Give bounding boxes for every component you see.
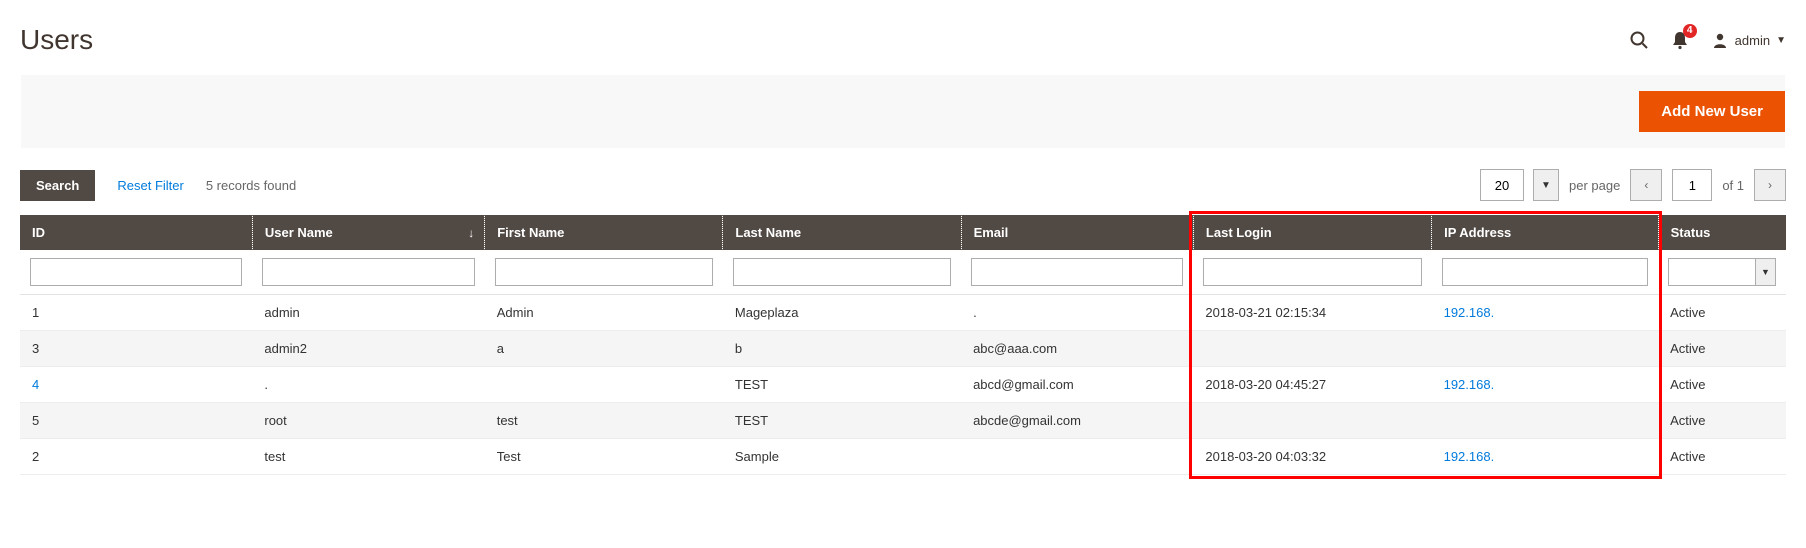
table-cell: Active bbox=[1658, 403, 1786, 439]
table-cell: root bbox=[252, 403, 484, 439]
per-page-label: per page bbox=[1569, 178, 1620, 193]
table-cell bbox=[961, 439, 1193, 475]
table-cell: 192.168. bbox=[1432, 367, 1659, 403]
notifications-icon[interactable]: 4 bbox=[1671, 30, 1689, 50]
col-ip[interactable]: IP Address bbox=[1432, 215, 1659, 250]
table-row[interactable]: 3admin2ababc@aaa.com Active bbox=[20, 331, 1786, 367]
user-menu-label: admin bbox=[1735, 33, 1770, 48]
table-cell: 5 bbox=[20, 403, 252, 439]
page-total-label: of 1 bbox=[1722, 178, 1744, 193]
table-cell: Active bbox=[1658, 295, 1786, 331]
table-cell: 3 bbox=[20, 331, 252, 367]
next-page-button[interactable]: › bbox=[1754, 169, 1786, 201]
table-cell: admin2 bbox=[252, 331, 484, 367]
table-cell: 1 bbox=[20, 295, 252, 331]
table-row[interactable]: 1adminAdminMageplaza.2018-03-21 02:15:34… bbox=[20, 295, 1786, 331]
table-cell: Active bbox=[1658, 331, 1786, 367]
table-cell bbox=[1432, 403, 1659, 439]
table-cell: 192.168. bbox=[1432, 295, 1659, 331]
add-new-user-button[interactable]: Add New User bbox=[1639, 91, 1785, 132]
table-cell bbox=[1193, 403, 1431, 439]
col-lastlogin[interactable]: Last Login bbox=[1193, 215, 1431, 250]
filter-status-select[interactable] bbox=[1668, 258, 1756, 286]
table-cell: abcde@gmail.com bbox=[961, 403, 1193, 439]
table-cell: Sample bbox=[723, 439, 961, 475]
table-row[interactable]: 5roottestTESTabcde@gmail.com Active bbox=[20, 403, 1786, 439]
table-cell: Admin bbox=[485, 295, 723, 331]
reset-filter-link[interactable]: Reset Filter bbox=[117, 178, 183, 193]
current-page-input[interactable] bbox=[1672, 169, 1712, 201]
table-cell: . bbox=[961, 295, 1193, 331]
notification-badge: 4 bbox=[1683, 24, 1697, 38]
page-size-dropdown[interactable]: ▼ bbox=[1533, 169, 1559, 201]
table-cell: Active bbox=[1658, 439, 1786, 475]
table-cell: a bbox=[485, 331, 723, 367]
table-cell bbox=[1432, 331, 1659, 367]
sort-down-icon: ↓ bbox=[468, 226, 474, 240]
table-cell: abc@aaa.com bbox=[961, 331, 1193, 367]
table-cell: TEST bbox=[723, 403, 961, 439]
table-cell: 192.168. bbox=[1432, 439, 1659, 475]
filter-firstname-input[interactable] bbox=[495, 258, 713, 286]
table-cell bbox=[1193, 331, 1431, 367]
table-cell: b bbox=[723, 331, 961, 367]
user-menu[interactable]: admin ▼ bbox=[1711, 31, 1786, 49]
table-cell: TEST bbox=[723, 367, 961, 403]
search-icon[interactable] bbox=[1629, 30, 1649, 50]
filter-lastlogin-input[interactable] bbox=[1203, 258, 1421, 286]
col-email[interactable]: Email bbox=[961, 215, 1193, 250]
filter-email-input[interactable] bbox=[971, 258, 1183, 286]
table-row[interactable]: 4. TESTabcd@gmail.com2018-03-20 04:45:271… bbox=[20, 367, 1786, 403]
table-cell: test bbox=[485, 403, 723, 439]
table-cell: 2 bbox=[20, 439, 252, 475]
col-username[interactable]: User Name↓ bbox=[252, 215, 484, 250]
table-cell: Mageplaza bbox=[723, 295, 961, 331]
table-row[interactable]: 2testTestSample 2018-03-20 04:03:32192.16… bbox=[20, 439, 1786, 475]
table-cell: Test bbox=[485, 439, 723, 475]
table-cell: 4 bbox=[20, 367, 252, 403]
col-id[interactable]: ID bbox=[20, 215, 252, 250]
table-cell bbox=[485, 367, 723, 403]
page-title: Users bbox=[20, 24, 93, 56]
table-cell: abcd@gmail.com bbox=[961, 367, 1193, 403]
table-cell: 2018-03-21 02:15:34 bbox=[1193, 295, 1431, 331]
search-button[interactable]: Search bbox=[20, 170, 95, 201]
table-cell: test bbox=[252, 439, 484, 475]
table-cell: 2018-03-20 04:45:27 bbox=[1193, 367, 1431, 403]
prev-page-button[interactable]: ‹ bbox=[1630, 169, 1662, 201]
filter-lastname-input[interactable] bbox=[733, 258, 951, 286]
table-cell: . bbox=[252, 367, 484, 403]
table-cell: admin bbox=[252, 295, 484, 331]
col-firstname[interactable]: First Name bbox=[485, 215, 723, 250]
page-size-input[interactable] bbox=[1480, 169, 1524, 201]
table-cell: Active bbox=[1658, 367, 1786, 403]
chevron-down-icon: ▼ bbox=[1776, 35, 1786, 46]
chevron-down-icon[interactable]: ▼ bbox=[1756, 258, 1776, 286]
table-cell: 2018-03-20 04:03:32 bbox=[1193, 439, 1431, 475]
col-status[interactable]: Status bbox=[1658, 215, 1786, 250]
filter-id-input[interactable] bbox=[30, 258, 242, 286]
col-lastname[interactable]: Last Name bbox=[723, 215, 961, 250]
records-found-label: 5 records found bbox=[206, 178, 296, 193]
filter-ip-input[interactable] bbox=[1442, 258, 1649, 286]
filter-username-input[interactable] bbox=[262, 258, 474, 286]
